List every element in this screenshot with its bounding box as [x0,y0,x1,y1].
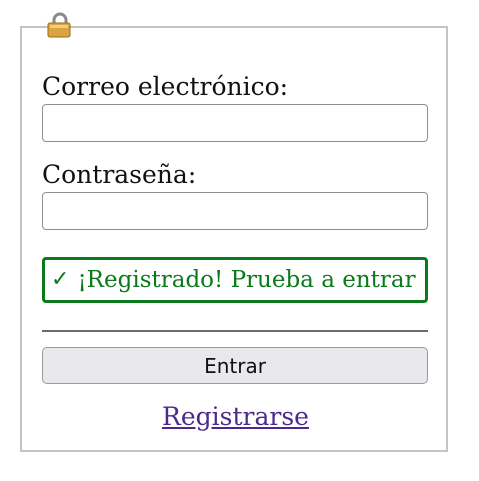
password-field[interactable] [42,192,428,230]
divider [42,330,428,332]
success-message-box: ✓ ¡Registrado! Prueba a entrar [42,257,428,303]
lock-icon [47,12,71,38]
login-button[interactable]: Entrar [42,347,428,384]
password-label: Contraseña: [42,160,197,189]
check-icon: ✓ [51,267,70,292]
email-field[interactable] [42,104,428,142]
email-label: Correo electrónico: [42,72,289,101]
success-message: ¡Registrado! Prueba a entrar [77,267,416,293]
register-link[interactable]: Registrarse [0,402,471,431]
